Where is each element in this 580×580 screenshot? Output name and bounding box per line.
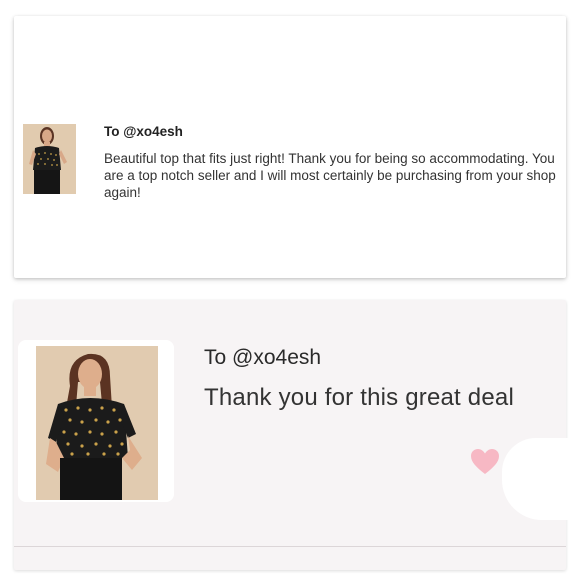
product-photo-image bbox=[23, 124, 76, 194]
product-photo-image bbox=[36, 346, 158, 500]
reaction-bubble bbox=[502, 438, 570, 520]
product-photo[interactable] bbox=[23, 124, 76, 194]
review-message: Beautiful top that fits just right! Than… bbox=[104, 151, 556, 200]
recipient-label: To @xo4esh bbox=[204, 346, 322, 369]
thanks-card: To @xo4esh Thank you for this great deal bbox=[14, 300, 570, 570]
review-card: To @xo4esh Beautiful top that fits just … bbox=[14, 16, 566, 278]
card-divider bbox=[14, 546, 566, 547]
heart-icon[interactable] bbox=[470, 448, 500, 476]
thanks-message: Thank you for this great deal bbox=[204, 384, 514, 411]
product-photo[interactable] bbox=[36, 346, 158, 500]
recipient-label: To @xo4esh bbox=[104, 124, 183, 139]
